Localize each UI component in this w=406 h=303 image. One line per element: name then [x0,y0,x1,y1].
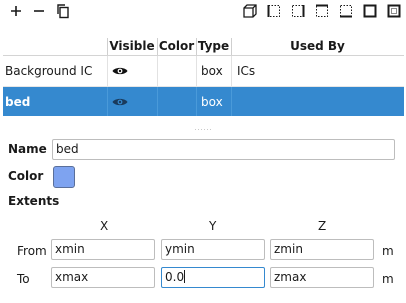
from-label: From [17,244,47,258]
zmin-field[interactable]: zmin [270,239,374,260]
ymax-field[interactable]: 0.0 [161,267,265,288]
copy-icon [57,4,69,19]
eye-icon [112,98,128,105]
remove-button[interactable] [31,3,47,19]
minus-icon [34,10,44,12]
color-swatch-button[interactable] [53,166,75,188]
name-label: Name [8,142,47,156]
view-back-button[interactable] [386,3,402,19]
table-row[interactable]: Background IC box ICs [3,56,404,87]
color-cell[interactable] [157,56,196,86]
face-back-icon [387,4,401,18]
axis-y-header: Y [209,219,217,233]
visible-toggle[interactable] [107,56,157,86]
table-row-selected[interactable]: bed box [3,87,404,116]
region-name-cell[interactable]: bed [5,87,105,116]
ymin-field[interactable]: ymin [161,239,265,260]
box-3d-icon [243,4,257,18]
copy-button[interactable] [55,3,71,19]
face-right-icon [292,5,305,17]
axis-z-header: Z [318,219,327,233]
zmax-field[interactable]: zmax [270,267,374,288]
column-header-used-by[interactable]: Used By [231,38,404,55]
xmin-field[interactable]: xmin [51,239,155,260]
type-cell[interactable]: box [196,87,231,116]
view-front-button[interactable] [362,3,378,19]
color-cell[interactable] [157,87,196,116]
used-by-cell[interactable]: ICs [231,56,404,86]
used-by-cell[interactable] [231,87,404,116]
face-top-icon [316,4,328,17]
visible-toggle[interactable] [107,87,157,116]
column-header-color[interactable]: Color [157,38,196,55]
ymax-value: 0.0 [165,270,185,284]
type-cell[interactable]: box [196,56,231,86]
name-field[interactable]: bed [52,139,395,160]
column-header-name[interactable] [3,38,107,55]
regions-table: Visible Color Type Used By Background IC… [3,38,404,118]
face-bottom-icon [340,5,352,18]
splitter-handle[interactable] [195,128,211,131]
add-button[interactable] [8,3,24,19]
eye-icon [112,67,128,75]
view-3d-button[interactable] [242,3,258,19]
to-label: To [17,272,30,286]
table-header: Visible Color Type Used By [3,38,404,56]
plus-icon [11,6,21,16]
text-caret [184,270,186,283]
color-label: Color [8,169,44,183]
xmax-field[interactable]: xmax [51,267,155,288]
extents-label: Extents [8,194,60,208]
view-left-button[interactable] [266,3,282,19]
face-front-icon [363,4,377,18]
from-unit-label: m [382,244,394,258]
column-header-type[interactable]: Type [196,38,231,55]
column-header-visible[interactable]: Visible [107,38,157,55]
region-name-cell[interactable]: Background IC [5,56,105,86]
view-bottom-button[interactable] [338,3,354,19]
axis-x-header: X [100,219,109,233]
view-right-button[interactable] [290,3,306,19]
face-left-icon [267,5,280,17]
view-top-button[interactable] [314,3,330,19]
to-unit-label: m [382,272,394,286]
